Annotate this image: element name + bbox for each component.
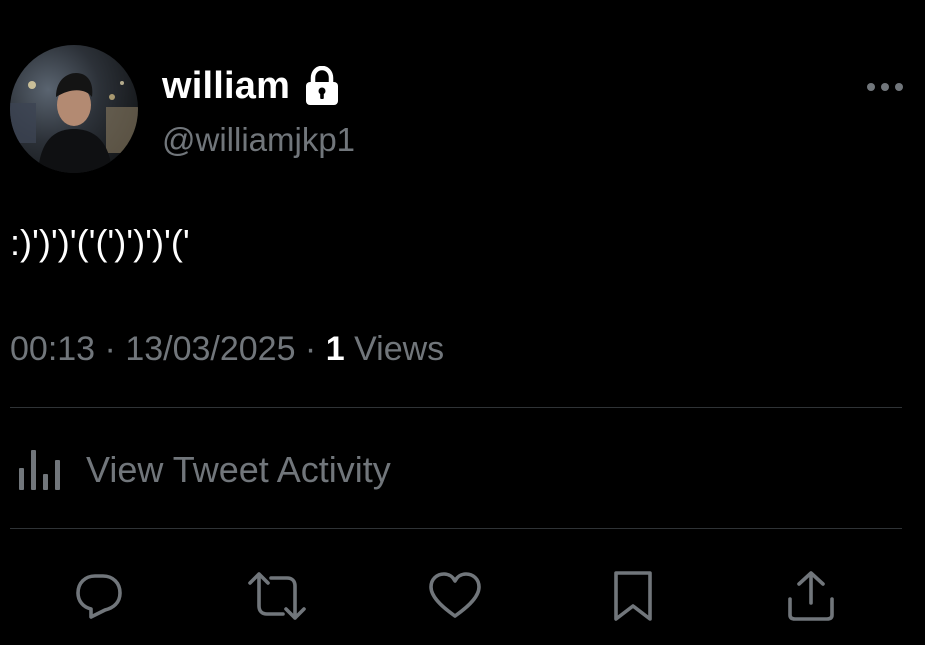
retweet-icon [248, 572, 306, 620]
views-count: 1 [325, 330, 345, 368]
avatar[interactable] [10, 45, 138, 173]
tweet-text: :)')')'('(')')')'(' [10, 222, 190, 263]
tweet-meta: 00:13 · 13/03/2025 · 1 Views [10, 326, 444, 372]
share-button[interactable] [781, 566, 841, 626]
retweet-button[interactable] [247, 566, 307, 626]
tweet-time[interactable]: 00:13 [10, 330, 95, 368]
tweet-date[interactable]: 13/03/2025 [125, 330, 295, 368]
view-tweet-activity-button[interactable]: View Tweet Activity [16, 444, 391, 496]
meta-separator: · [95, 330, 126, 368]
divider [10, 528, 902, 529]
display-name[interactable]: william [162, 62, 290, 110]
bookmark-button[interactable] [603, 566, 663, 626]
share-icon [788, 571, 834, 621]
more-options-button[interactable] [860, 72, 910, 102]
lock-icon [304, 66, 340, 106]
views-label: Views [344, 330, 445, 368]
heart-icon [429, 572, 481, 618]
like-button[interactable] [425, 566, 485, 626]
bar-chart-icon [19, 450, 60, 490]
user-handle[interactable]: @williamjkp1 [162, 118, 355, 162]
avatar-image [10, 45, 138, 173]
divider [10, 407, 902, 408]
reply-button[interactable] [69, 566, 129, 626]
display-name-row: william [162, 62, 340, 110]
meta-separator: · [295, 330, 326, 368]
tweet-action-bar [0, 566, 925, 626]
view-tweet-activity-label: View Tweet Activity [86, 449, 391, 490]
reply-icon [76, 574, 122, 619]
bookmark-icon [614, 571, 652, 621]
more-horizontal-icon [867, 83, 903, 91]
